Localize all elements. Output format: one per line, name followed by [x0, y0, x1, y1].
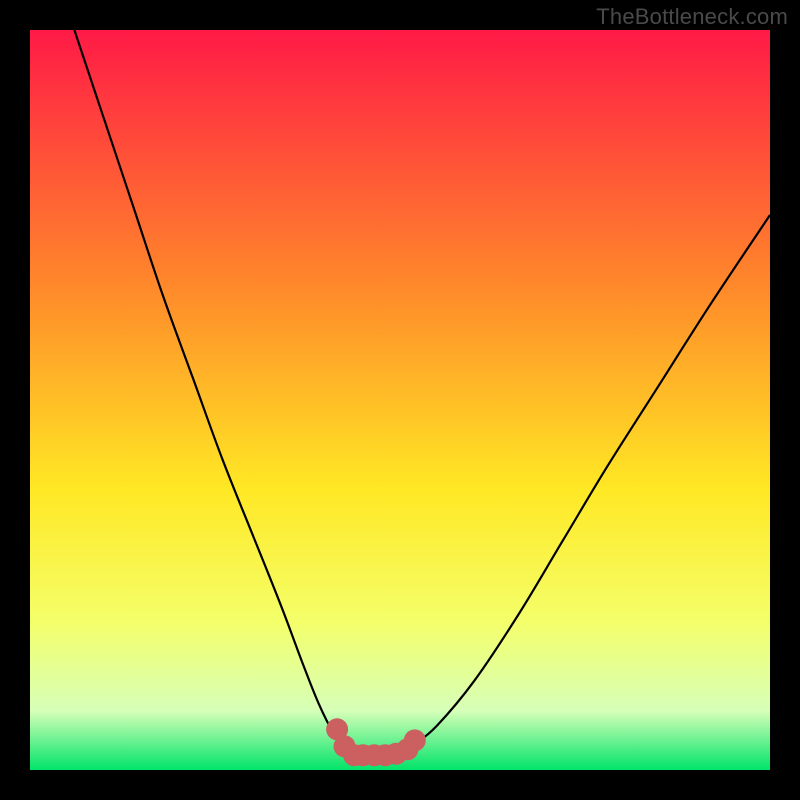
plot-area [30, 30, 770, 770]
bottleneck-chart [30, 30, 770, 770]
chart-frame: TheBottleneck.com [0, 0, 800, 800]
watermark-text: TheBottleneck.com [596, 4, 788, 30]
marker-dot [404, 729, 426, 751]
gradient-background [30, 30, 770, 770]
